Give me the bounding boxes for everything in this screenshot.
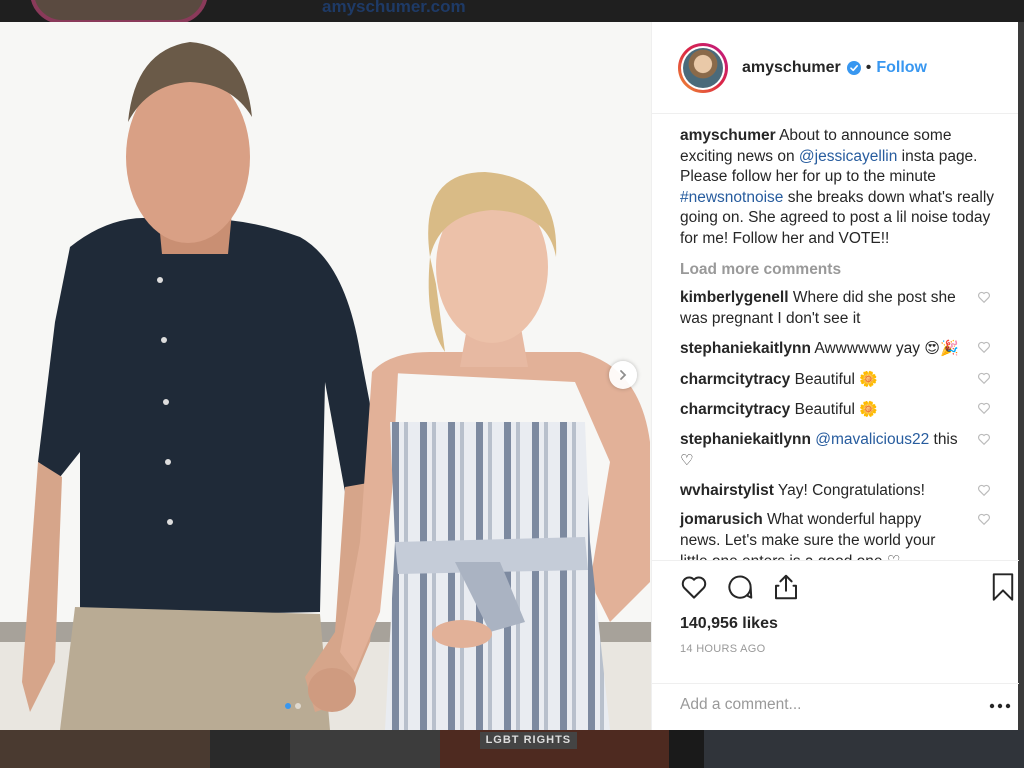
background-website-link: amyschumer.com: [322, 0, 466, 16]
comment-item: charmcitytracy Beautiful 🌼: [680, 399, 999, 421]
caption-hashtag-link[interactable]: #newsnotnoise: [680, 189, 783, 206]
comment-text: Yay! Congratulations!: [773, 481, 925, 499]
comment-username[interactable]: jomarusich: [680, 511, 763, 528]
comment-item: kimberlygenell Where did she post she wa…: [680, 288, 999, 329]
header-separator: •: [865, 58, 872, 76]
comment-mention-link[interactable]: @mavalicious22: [815, 431, 929, 448]
add-comment-input[interactable]: [680, 696, 960, 714]
background-grid: LGBT RIGHTS: [0, 730, 1024, 768]
carousel-indicator: [285, 703, 301, 709]
background-tile: [669, 730, 705, 768]
comment-username[interactable]: wvhairstylist: [680, 482, 774, 499]
post-actions: 140,956 likes 14 HOURS AGO: [652, 560, 1019, 730]
author-avatar[interactable]: [678, 42, 728, 93]
likes-count[interactable]: 140,956 likes: [680, 615, 778, 633]
comment-text: Beautiful: [790, 401, 860, 418]
carousel-dot-active: [285, 703, 291, 709]
next-photo-button[interactable]: [609, 361, 637, 389]
share-icon: [775, 574, 797, 600]
post-timestamp: 14 HOURS AGO: [680, 643, 766, 655]
comment-emoji: 🌼: [859, 400, 878, 418]
follow-button[interactable]: Follow: [876, 59, 927, 77]
like-comment-heart-icon[interactable]: [977, 371, 991, 385]
comment-username[interactable]: stephaniekaitlynn: [680, 340, 811, 357]
action-icons: [678, 571, 802, 603]
bookmark-icon: [992, 573, 1014, 601]
comment-text: this: [929, 430, 958, 448]
comment-item: stephaniekaitlynn @mavalicious22 this ♡: [680, 430, 999, 472]
add-comment-bar: [652, 683, 1019, 731]
more-dots-icon: [989, 703, 1011, 709]
comment-emoji: 😍🎉: [924, 339, 959, 357]
background-tile: [0, 730, 210, 768]
post-photo[interactable]: [0, 22, 651, 730]
comment-text: Beautiful: [790, 370, 860, 388]
like-comment-heart-icon[interactable]: [977, 401, 991, 415]
post-caption: amyschumer About to announce some exciti…: [680, 126, 999, 249]
more-options-button[interactable]: [985, 694, 1015, 718]
background-header: amyschumer.com: [0, 0, 1024, 22]
comment-username[interactable]: stephaniekaitlynn: [680, 431, 811, 448]
post-header: amyschumer • Follow: [652, 22, 1018, 114]
comment-emoji: 🌼: [859, 369, 878, 388]
comment-item: jomarusich What wonderful happy news. Le…: [680, 510, 999, 560]
comment-emoji: ♡: [680, 451, 694, 469]
verified-badge-icon: [846, 60, 861, 75]
post-sidebar: amyschumer • Follow amyschumer About to …: [651, 22, 1019, 730]
background-tile: [209, 730, 290, 768]
background-tile: [289, 730, 440, 768]
background-tile: LGBT RIGHTS: [439, 730, 670, 768]
like-button[interactable]: [678, 571, 710, 603]
like-comment-heart-icon[interactable]: [977, 290, 991, 304]
like-comment-heart-icon[interactable]: [977, 340, 991, 354]
comment-username[interactable]: charmcitytracy: [680, 371, 790, 388]
like-comment-heart-icon[interactable]: [977, 432, 991, 446]
like-comment-heart-icon[interactable]: [977, 483, 991, 497]
photo-illustration: [0, 22, 651, 730]
heart-icon: [681, 576, 707, 599]
comment-text: Awwwwww yay: [810, 340, 925, 357]
author-username[interactable]: amyschumer: [742, 59, 841, 77]
caption-mention-link[interactable]: @jessicayellin: [799, 148, 897, 165]
comment-item: charmcitytracy Beautiful 🌼: [680, 369, 999, 391]
background-profile-avatar: [30, 0, 208, 22]
share-button[interactable]: [770, 571, 802, 603]
comment-icon: [728, 575, 753, 599]
caption-username[interactable]: amyschumer: [680, 127, 776, 144]
like-comment-heart-icon[interactable]: [977, 512, 991, 526]
save-button[interactable]: [987, 571, 1019, 603]
carousel-dot: [295, 703, 301, 709]
comment-emoji: ♡: [887, 552, 900, 560]
chevron-right-icon: [620, 370, 627, 380]
load-more-comments-button[interactable]: Load more comments: [680, 261, 999, 279]
comment-username[interactable]: charmcitytracy: [680, 401, 790, 418]
comment-button[interactable]: [724, 571, 756, 603]
comments-list[interactable]: amyschumer About to announce some exciti…: [652, 114, 1019, 560]
comment-item: stephaniekaitlynn Awwwwww yay 😍🎉: [680, 338, 999, 360]
background-tile: [704, 730, 1024, 768]
background-sign-text: LGBT RIGHTS: [479, 732, 578, 749]
post-modal: amyschumer • Follow amyschumer About to …: [0, 22, 1019, 730]
comment-username[interactable]: kimberlygenell: [680, 289, 789, 306]
comment-item: wvhairstylist Yay! Congratulations!: [680, 481, 999, 502]
